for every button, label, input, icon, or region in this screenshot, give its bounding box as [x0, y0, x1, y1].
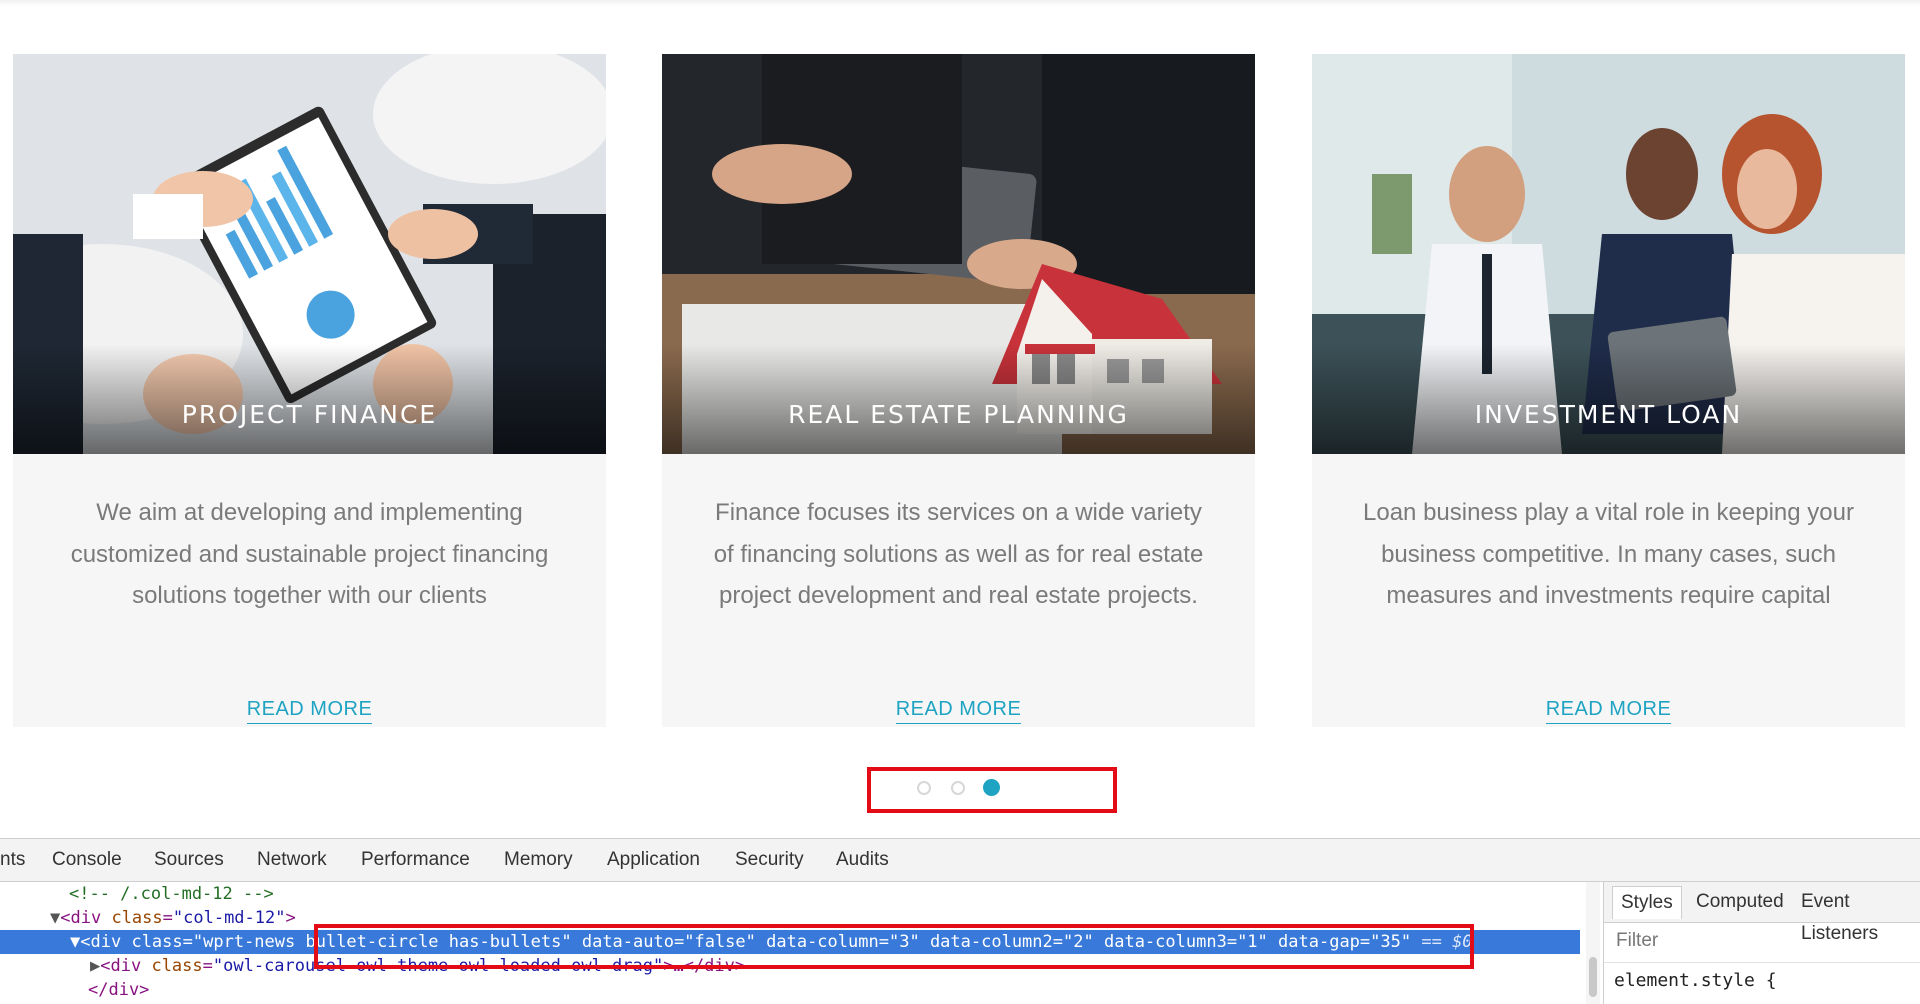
- photo-shade: [13, 344, 606, 454]
- tab-event-listeners[interactable]: Event Listeners: [1793, 886, 1920, 944]
- scrollbar-thumb[interactable]: [1589, 957, 1597, 997]
- tree-line-col-md-12[interactable]: ▼<div class="col-md-12">: [0, 906, 1580, 930]
- service-card-investment-loan: INVESTMENT LOAN Loan business play a vit…: [1312, 54, 1905, 727]
- attr-value: "35": [1370, 932, 1412, 952]
- read-more-link[interactable]: READ MORE: [1545, 698, 1672, 724]
- read-more-wrap: READ MORE: [13, 698, 606, 724]
- tab-styles[interactable]: Styles: [1612, 886, 1682, 919]
- collapsed-arrow-icon[interactable]: ▶: [90, 956, 100, 976]
- attr-value-part: "wprt-news: [192, 932, 306, 952]
- styles-divider: [1604, 962, 1920, 963]
- tag-close: >: [285, 908, 296, 928]
- attr-name: data-column2: [929, 932, 1053, 952]
- attr-value: "false": [684, 932, 756, 952]
- tag-open: <div: [80, 932, 122, 952]
- pager-bullet-1[interactable]: [917, 781, 931, 795]
- card-photo: REAL ESTATE PLANNING: [662, 54, 1255, 454]
- tag-tail: >…</div>: [663, 956, 746, 976]
- elements-tree: <!-- /.col-md-12 --> ▼<div class="col-md…: [0, 882, 1580, 1004]
- card-title: REAL ESTATE PLANNING: [788, 400, 1129, 429]
- devtools-tab-bar: nts Console Sources Network Performance …: [0, 839, 1920, 882]
- attr-value: "owl-carousel owl-theme owl-loaded owl-d…: [212, 956, 664, 976]
- card-photo: PROJECT FINANCE: [13, 54, 606, 454]
- attr-name: class: [111, 908, 163, 928]
- card-title: INVESTMENT LOAN: [1474, 400, 1743, 429]
- tab-application[interactable]: Application: [607, 839, 700, 881]
- attr-value: "3": [888, 932, 920, 952]
- read-more-wrap: READ MORE: [662, 698, 1255, 724]
- attr-name: data-gap: [1278, 932, 1360, 952]
- tree-line-owl-carousel[interactable]: ▶<div class="owl-carousel owl-theme owl-…: [0, 954, 1580, 978]
- service-card-project-finance: PROJECT FINANCE We aim at developing and…: [13, 54, 606, 727]
- styles-filter-input[interactable]: Filter: [1616, 930, 1658, 952]
- styles-pane: Styles Computed Event Listeners Filter e…: [1603, 882, 1920, 1004]
- read-more-wrap: READ MORE: [1312, 698, 1905, 724]
- tree-line-selected[interactable]: ▼<div class="wprt-news bullet-circle has…: [0, 930, 1580, 954]
- expand-arrow-icon[interactable]: ▼: [50, 908, 60, 928]
- attr-value: "1": [1237, 932, 1268, 952]
- elements-scrollbar[interactable]: [1586, 882, 1600, 1004]
- service-card-real-estate-planning: REAL ESTATE PLANNING Finance focuses its…: [662, 54, 1255, 727]
- tree-line-comment[interactable]: <!-- /.col-md-12 -->: [0, 882, 1580, 906]
- styles-tab-bar: Styles Computed Event Listeners: [1604, 882, 1920, 944]
- card-description: Finance focuses its services on a wide v…: [713, 499, 1204, 609]
- tab-audits[interactable]: Audits: [836, 839, 889, 881]
- attr-name: data-column3: [1103, 932, 1227, 952]
- tab-computed[interactable]: Computed: [1688, 886, 1792, 918]
- card-photo: INVESTMENT LOAN: [1312, 54, 1905, 454]
- pager-bullet-2[interactable]: [951, 781, 965, 795]
- pager-bullet-3-active[interactable]: [983, 779, 1000, 796]
- card-description: We aim at developing and implementing cu…: [70, 499, 549, 609]
- tag-close: </div>: [88, 980, 150, 1000]
- read-more-link[interactable]: READ MORE: [895, 698, 1022, 724]
- tab-performance[interactable]: Performance: [361, 839, 470, 881]
- element-style-rule[interactable]: element.style {: [1614, 970, 1777, 991]
- photo-shade: [1312, 344, 1905, 454]
- attr-name: data-auto: [581, 932, 674, 952]
- tab-memory[interactable]: Memory: [504, 839, 573, 881]
- read-more-link[interactable]: READ MORE: [246, 698, 373, 724]
- attr-name: class: [151, 956, 203, 976]
- carousel-pager: [0, 772, 1920, 808]
- devtools-panel: nts Console Sources Network Performance …: [0, 838, 1920, 1004]
- attr-name: data-column: [766, 932, 879, 952]
- attr-value: "2": [1063, 932, 1094, 952]
- html-comment: <!-- /.col-md-12 -->: [69, 884, 274, 904]
- tab-sources[interactable]: Sources: [154, 839, 224, 881]
- card-title: PROJECT FINANCE: [181, 400, 438, 429]
- attr-value: "col-md-12": [172, 908, 286, 928]
- tab-security[interactable]: Security: [735, 839, 804, 881]
- tab-elements[interactable]: nts: [0, 839, 25, 881]
- photo-shade: [662, 344, 1255, 454]
- selected-node-marker: == $0: [1411, 932, 1473, 952]
- tab-network[interactable]: Network: [257, 839, 327, 881]
- expand-arrow-icon[interactable]: ▼: [70, 932, 80, 952]
- tag-open: <div: [100, 956, 142, 976]
- card-description: Loan business play a vital role in keepi…: [1363, 499, 1854, 609]
- tree-line-div-close[interactable]: </div>: [0, 978, 1580, 1002]
- tag-open: <div: [60, 908, 102, 928]
- tab-console[interactable]: Console: [52, 839, 122, 881]
- attr-value-part: bullet-circle has-bullets": [305, 932, 572, 952]
- page-top-edge: [0, 0, 1920, 6]
- attr-name: class: [131, 932, 183, 952]
